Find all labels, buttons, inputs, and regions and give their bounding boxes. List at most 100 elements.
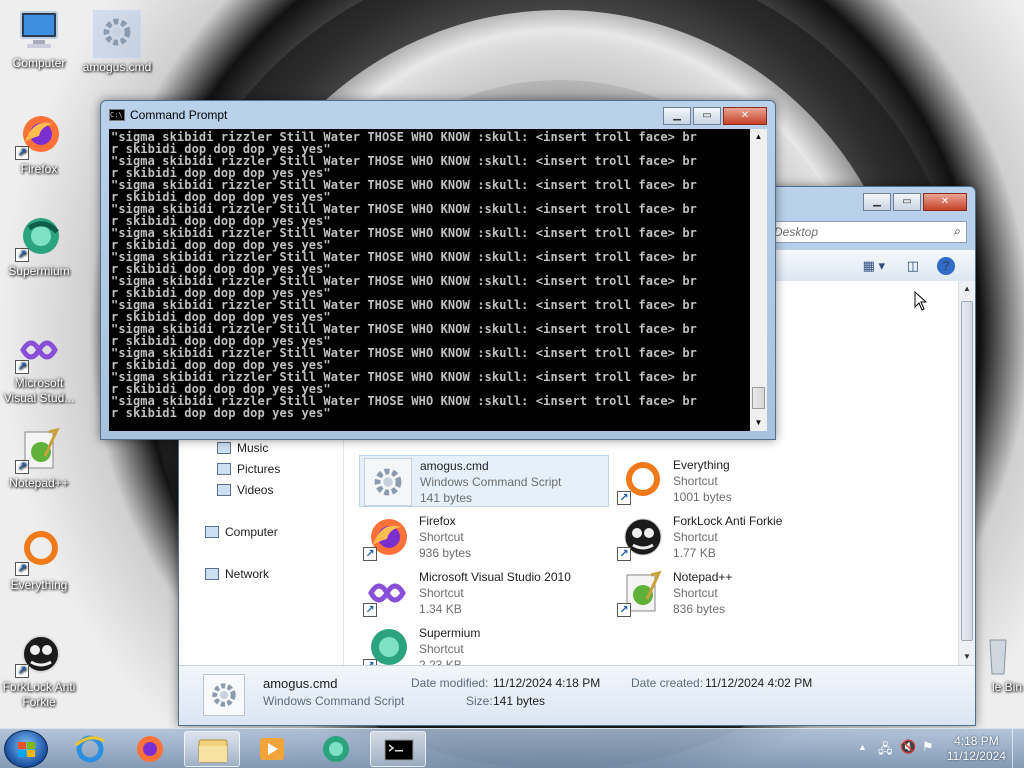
taskbar-explorer-button[interactable] <box>184 731 240 767</box>
volume-muted-icon[interactable]: 🔇 <box>900 739 916 755</box>
cmd-caption-buttons: ▁ ▭ ✕ <box>663 107 767 125</box>
start-button[interactable] <box>4 730 48 768</box>
file-size: 936 bytes <box>419 546 472 560</box>
file-name: Everything <box>673 458 730 472</box>
file-item-forklock[interactable]: ↗ ForkLock Anti Forkie Shortcut 1.77 KB <box>613 511 863 563</box>
everything-icon: ↗ <box>617 457 665 505</box>
minimize-button[interactable]: ▁ <box>863 193 891 211</box>
file-name: Firefox <box>419 514 456 528</box>
internet-explorer-icon <box>75 735 105 763</box>
scroll-thumb[interactable] <box>961 301 973 641</box>
clock-date: 11/12/2024 <box>946 749 1006 763</box>
folder-icon <box>198 739 228 763</box>
notepadpp-icon: ↗ <box>15 426 63 474</box>
file-size: 1001 bytes <box>673 490 732 504</box>
change-view-button[interactable]: ▦ ▾ <box>863 258 885 274</box>
computer-icon <box>15 6 63 54</box>
shortcut-arrow-icon: ↗ <box>363 603 377 617</box>
nav-item-music[interactable]: Music <box>217 441 268 455</box>
explorer-caption-buttons: ▁ ▭ ✕ <box>863 193 967 211</box>
clock[interactable]: 4:18 PM 11/12/2024 <box>947 734 1006 764</box>
shortcut-arrow-icon: ↗ <box>15 146 29 160</box>
network-icon[interactable]: 🖧 <box>878 740 893 762</box>
file-type: Shortcut <box>419 530 464 544</box>
music-icon <box>217 442 231 454</box>
search-input[interactable]: Desktop ⌕ <box>767 221 967 243</box>
gear-script-icon <box>203 674 245 716</box>
console-output[interactable]: "sigma skibidi rizzler Still Water THOSE… <box>109 129 767 431</box>
shortcut-arrow-icon: ↗ <box>617 603 631 617</box>
nav-item-computer[interactable]: Computer <box>205 525 278 539</box>
supermium-icon <box>323 736 349 762</box>
nav-item-pictures[interactable]: Pictures <box>217 462 280 476</box>
action-center-flag-icon[interactable]: ⚑ <box>922 739 934 755</box>
details-modified-label: Date modified: <box>411 676 489 690</box>
taskbar-cmd-button[interactable] <box>370 731 426 767</box>
taskbar-supermium-button[interactable] <box>308 731 364 767</box>
search-icon: ⌕ <box>953 224 960 238</box>
desktop-icon-firefox[interactable]: ↗ Firefox <box>0 112 78 177</box>
close-button[interactable]: ✕ <box>723 107 767 125</box>
desktop-icon-everything[interactable]: ↗ Everything <box>0 528 78 593</box>
close-button[interactable]: ✕ <box>923 193 967 211</box>
taskbar-media-player-button[interactable] <box>244 731 300 767</box>
file-item-everything[interactable]: ↗ Everything Shortcut 1001 bytes <box>613 455 863 507</box>
file-size: 1.34 KB <box>419 602 462 616</box>
shortcut-arrow-icon: ↗ <box>363 547 377 561</box>
shortcut-arrow-icon: ↗ <box>15 664 29 678</box>
details-size-label: Size: <box>466 694 493 708</box>
supermium-icon: ↗ <box>15 214 63 262</box>
maximize-button[interactable]: ▭ <box>693 107 721 125</box>
nav-label: Computer <box>225 525 278 539</box>
cmd-scrollbar[interactable]: ▲ ▼ <box>750 129 767 431</box>
scroll-down-icon[interactable]: ▼ <box>959 649 975 665</box>
nav-item-videos[interactable]: Videos <box>217 483 273 497</box>
desktop-icon-amogus-cmd[interactable]: amogus.cmd <box>78 10 156 75</box>
file-type: Windows Command Script <box>420 475 562 489</box>
command-prompt-window[interactable]: C:\ Command Prompt ▁ ▭ ✕ "sigma skibidi … <box>100 100 776 440</box>
desktop-icon-supermium[interactable]: ↗ Supermium <box>0 214 78 279</box>
scroll-up-icon[interactable]: ▲ <box>750 129 767 145</box>
pictures-icon <box>217 463 231 475</box>
preview-pane-button[interactable]: ◫ <box>907 258 919 274</box>
desktop-icon-computer[interactable]: Computer <box>0 6 78 71</box>
shortcut-arrow-icon: ↗ <box>15 360 29 374</box>
windows-logo-icon <box>18 742 35 757</box>
maximize-button[interactable]: ▭ <box>893 193 921 211</box>
file-item-supermium[interactable]: ↗ Supermium Shortcut 2.23 KB <box>359 623 609 667</box>
shortcut-arrow-icon: ↗ <box>15 248 29 262</box>
show-hidden-icons-icon[interactable]: ▲ <box>858 742 867 752</box>
nav-label: Network <box>225 567 270 581</box>
shortcut-arrow-icon: ↗ <box>617 491 631 505</box>
supermium-icon: ↗ <box>363 625 411 667</box>
taskbar-ie-button[interactable] <box>62 731 118 767</box>
show-desktop-button[interactable] <box>1012 729 1024 768</box>
explorer-scrollbar[interactable]: ▲ ▼ <box>958 281 975 665</box>
file-item-visual-studio[interactable]: ↗ Microsoft Visual Studio 2010 Shortcut 1.… <box>359 567 609 619</box>
videos-icon <box>217 484 231 496</box>
file-item-amogus-cmd[interactable]: amogus.cmd Windows Command Script 141 byte… <box>359 455 609 507</box>
notepadpp-icon: ↗ <box>617 569 665 617</box>
scroll-up-icon[interactable]: ▲ <box>959 281 975 297</box>
scroll-down-icon[interactable]: ▼ <box>750 415 767 431</box>
file-type: Shortcut <box>673 586 718 600</box>
desktop-icon-forklock[interactable]: ↗ ForkLock Anti Forkie <box>0 630 78 710</box>
scroll-thumb[interactable] <box>752 387 765 409</box>
minimize-button[interactable]: ▁ <box>663 107 691 125</box>
file-size: 1.77 KB <box>673 546 716 560</box>
help-button[interactable]: ? <box>937 257 955 275</box>
cmd-icon <box>384 739 414 761</box>
desktop-icon-visual-studio[interactable]: ↗ Microsoft Visual Stud... <box>0 326 78 406</box>
file-item-firefox[interactable]: ↗ Firefox Shortcut 936 bytes <box>359 511 609 563</box>
cmd-title: Command Prompt <box>130 108 228 122</box>
cmd-icon: C:\ <box>109 109 125 121</box>
shortcut-arrow-icon: ↗ <box>15 562 29 576</box>
desktop-icon-label: Notepad++ <box>9 476 69 490</box>
desktop-icon-notepadpp[interactable]: ↗ Notepad++ <box>0 426 78 491</box>
taskbar-firefox-button[interactable] <box>122 731 178 767</box>
firefox-icon <box>137 736 163 762</box>
file-item-notepadpp[interactable]: ↗ Notepad++ Shortcut 836 bytes <box>613 567 863 619</box>
file-type: Shortcut <box>673 530 718 544</box>
shortcut-arrow-icon: ↗ <box>15 460 29 474</box>
nav-item-network[interactable]: Network <box>205 567 269 581</box>
